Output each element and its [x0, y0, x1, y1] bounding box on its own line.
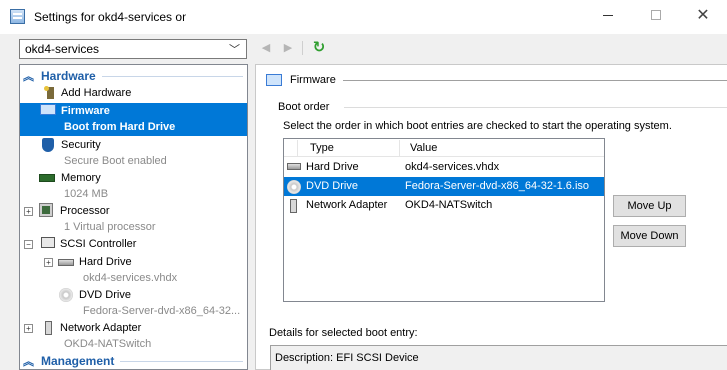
category-hardware[interactable]: ︽ Hardware	[20, 68, 247, 84]
dvd-disc-icon	[59, 288, 73, 302]
tree-item-label: Security	[61, 139, 101, 151]
boot-entry-row-selected[interactable]: DVD Drive Fedora-Server-dvd-x86_64-32-1.…	[284, 177, 604, 196]
vm-selector-dropdown[interactable]: okd4-services ﹀	[19, 39, 247, 59]
window-title: Settings for okd4-services on	[34, 10, 186, 24]
category-divider	[102, 76, 243, 77]
collapse-double-chevron-icon: ︽	[23, 356, 34, 368]
category-management[interactable]: ︽ Management	[20, 353, 247, 369]
minimize-icon	[603, 14, 613, 16]
tree-item-label: SCSI Controller	[60, 238, 137, 250]
firmware-settings-panel: Firmware Boot order Select the order in …	[255, 64, 727, 370]
boot-entry-row[interactable]: Network Adapter OKD4-NATSwitch	[284, 196, 604, 215]
minimize-button[interactable]	[585, 0, 631, 30]
tree-item-sublabel: OKD4-NATSwitch	[64, 338, 152, 350]
column-separator[interactable]	[399, 140, 400, 156]
category-management-label: Management	[41, 354, 115, 368]
move-down-button[interactable]: Move Down	[613, 225, 686, 247]
tree-item-label: Network Adapter	[60, 322, 142, 334]
collapse-double-chevron-icon: ︽	[23, 71, 34, 83]
boot-entry-value: Fedora-Server-dvd-x86_64-32-1.6.iso	[405, 180, 590, 192]
details-label: Details for selected boot entry:	[269, 327, 418, 339]
add-hardware-icon	[44, 86, 60, 100]
tree-item-hard-drive[interactable]: + Hard Drive okd4-services.vhdx	[20, 254, 247, 287]
tree-item-dvd-drive[interactable]: DVD Drive Fedora-Server-dvd-x86_64-32...	[20, 287, 247, 320]
memory-chip-icon	[39, 174, 55, 182]
category-divider	[120, 361, 243, 362]
close-icon: ✕	[696, 7, 710, 24]
hard-drive-icon	[58, 259, 74, 266]
maximize-button[interactable]	[633, 0, 679, 30]
firmware-monitor-icon	[40, 104, 56, 115]
tree-item-sublabel: Fedora-Server-dvd-x86_64-32...	[83, 305, 241, 317]
details-field: Description: EFI SCSI Device	[270, 345, 727, 370]
toolbar-separator	[302, 41, 303, 55]
tree-item-sublabel: Secure Boot enabled	[64, 155, 167, 167]
tree-item-network-adapter[interactable]: + Network Adapter OKD4-NATSwitch	[20, 320, 247, 353]
network-adapter-icon	[290, 199, 297, 213]
tree-item-sublabel: 1 Virtual processor	[64, 221, 156, 233]
tree-item-security[interactable]: Security Secure Boot enabled	[20, 137, 247, 170]
collapse-minus-icon[interactable]: −	[24, 240, 33, 249]
dvd-disc-icon	[287, 180, 301, 194]
forward-arrow-icon[interactable]: ▶	[281, 41, 295, 55]
tree-item-firmware[interactable]: Firmware Boot from Hard Drive	[20, 103, 247, 136]
boot-entry-type: Network Adapter	[306, 199, 388, 211]
section-divider	[343, 80, 727, 81]
scsi-controller-icon	[41, 237, 55, 248]
list-header: Type Value	[284, 139, 604, 157]
tree-item-memory[interactable]: Memory 1024 MB	[20, 170, 247, 203]
chevron-down-icon: ﹀	[229, 44, 240, 56]
boot-order-label: Boot order	[278, 101, 330, 113]
column-header-type[interactable]: Type	[310, 142, 334, 154]
expand-plus-icon[interactable]: +	[24, 207, 33, 216]
boot-entry-type: DVD Drive	[306, 180, 358, 192]
tree-item-sublabel: Boot from Hard Drive	[64, 121, 176, 133]
tree-item-processor[interactable]: + Processor 1 Virtual processor	[20, 203, 247, 236]
tree-item-label: Firmware	[61, 105, 110, 117]
boot-entry-value: OKD4-NATSwitch	[405, 199, 493, 211]
tree-item-sublabel: okd4-services.vhdx	[83, 272, 178, 284]
title-bar: Settings for okd4-services on ✕	[0, 0, 727, 34]
column-separator[interactable]	[297, 140, 298, 156]
boot-entry-row[interactable]: Hard Drive okd4-services.vhdx	[284, 158, 604, 177]
back-arrow-icon[interactable]: ◀	[259, 41, 273, 55]
tree-item-label: Add Hardware	[61, 87, 132, 99]
network-adapter-icon	[45, 321, 52, 335]
tree-item-add-hardware[interactable]: Add Hardware	[20, 85, 247, 103]
tree-item-label: Hard Drive	[79, 256, 132, 268]
move-up-button[interactable]: Move Up	[613, 195, 686, 217]
expand-plus-icon[interactable]: +	[24, 324, 33, 333]
hard-drive-icon	[287, 163, 301, 170]
firmware-monitor-icon	[266, 74, 282, 86]
details-value: Description: EFI SCSI Device	[275, 352, 419, 364]
tree-item-label: DVD Drive	[79, 289, 131, 301]
expand-plus-icon[interactable]: +	[44, 258, 53, 267]
category-hardware-label: Hardware	[41, 69, 96, 83]
settings-window-icon	[10, 9, 25, 24]
boot-entry-value: okd4-services.vhdx	[405, 161, 500, 173]
tree-item-label: Processor	[60, 205, 110, 217]
group-divider	[344, 107, 727, 108]
processor-icon	[39, 203, 53, 217]
section-title: Firmware	[290, 74, 336, 86]
tree-item-sublabel: 1024 MB	[64, 188, 109, 200]
refresh-icon[interactable]: ↻	[310, 39, 328, 57]
tree-item-scsi-controller[interactable]: − SCSI Controller	[20, 236, 247, 254]
tree-item-label: Memory	[61, 172, 101, 184]
boot-entry-type: Hard Drive	[306, 161, 359, 173]
close-button[interactable]: ✕	[680, 0, 726, 30]
boot-order-instruction: Select the order in which boot entries a…	[283, 120, 672, 132]
maximize-icon	[651, 10, 661, 20]
shield-icon	[42, 138, 54, 152]
vm-selector-value: okd4-services	[25, 42, 100, 56]
settings-tree[interactable]: ︽ Hardware Add Hardware Firmware Boot fr…	[19, 64, 248, 370]
column-header-value[interactable]: Value	[410, 142, 437, 154]
boot-order-list[interactable]: Type Value Hard Drive okd4-services.vhdx…	[283, 138, 605, 302]
